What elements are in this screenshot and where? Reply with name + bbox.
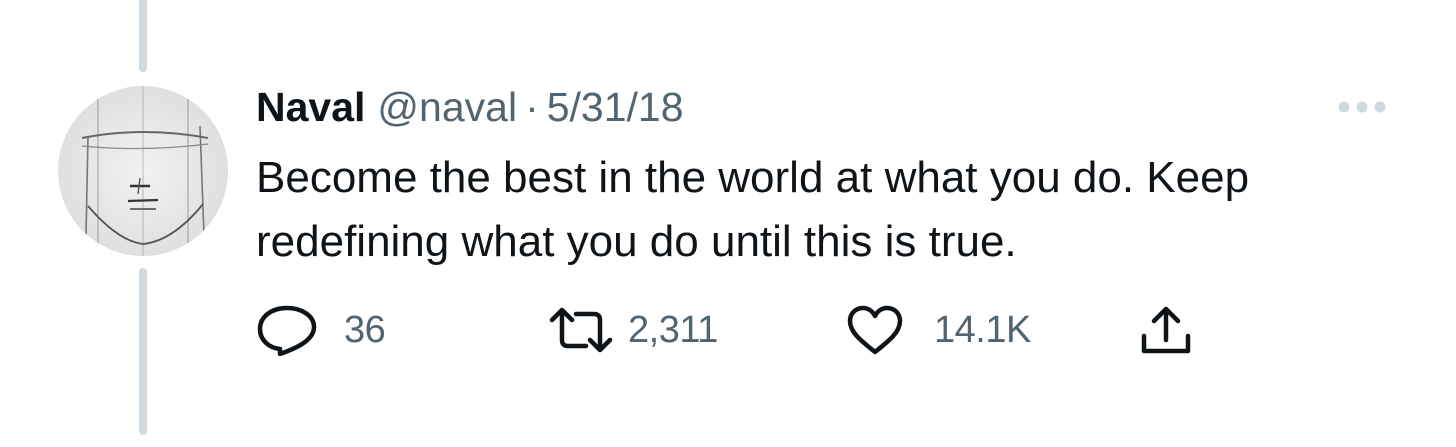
reply-icon xyxy=(257,305,317,356)
like-count: 14.1K xyxy=(934,308,1031,351)
sketch-face-avatar-icon xyxy=(58,86,228,256)
thread-line-bottom xyxy=(139,268,147,435)
reply-count: 36 xyxy=(344,308,386,351)
more-dots-icon xyxy=(1338,101,1386,113)
avatar[interactable] xyxy=(58,86,228,256)
tweet-date[interactable]: 5/31/18 xyxy=(547,84,684,131)
retweet-icon xyxy=(549,307,613,353)
heart-icon xyxy=(847,305,903,355)
separator-dot: · xyxy=(525,84,539,130)
tweet[interactable]: Naval @naval · 5/31/18 Become the best i… xyxy=(0,0,1456,447)
thread-line-top xyxy=(139,0,147,72)
retweet-button[interactable]: 2,311 xyxy=(548,302,718,358)
tweet-header: Naval @naval · 5/31/18 xyxy=(256,84,684,134)
more-button[interactable] xyxy=(1332,95,1392,119)
author-handle[interactable]: @naval xyxy=(377,84,517,131)
reply-button[interactable]: 36 xyxy=(256,302,386,358)
tweet-text: Become the best in the world at what you… xyxy=(256,153,1250,266)
share-icon xyxy=(1141,306,1191,354)
like-button[interactable]: 14.1K xyxy=(846,302,1031,358)
author-name[interactable]: Naval xyxy=(256,84,365,131)
share-button[interactable] xyxy=(1140,302,1192,358)
retweet-count: 2,311 xyxy=(628,308,718,351)
